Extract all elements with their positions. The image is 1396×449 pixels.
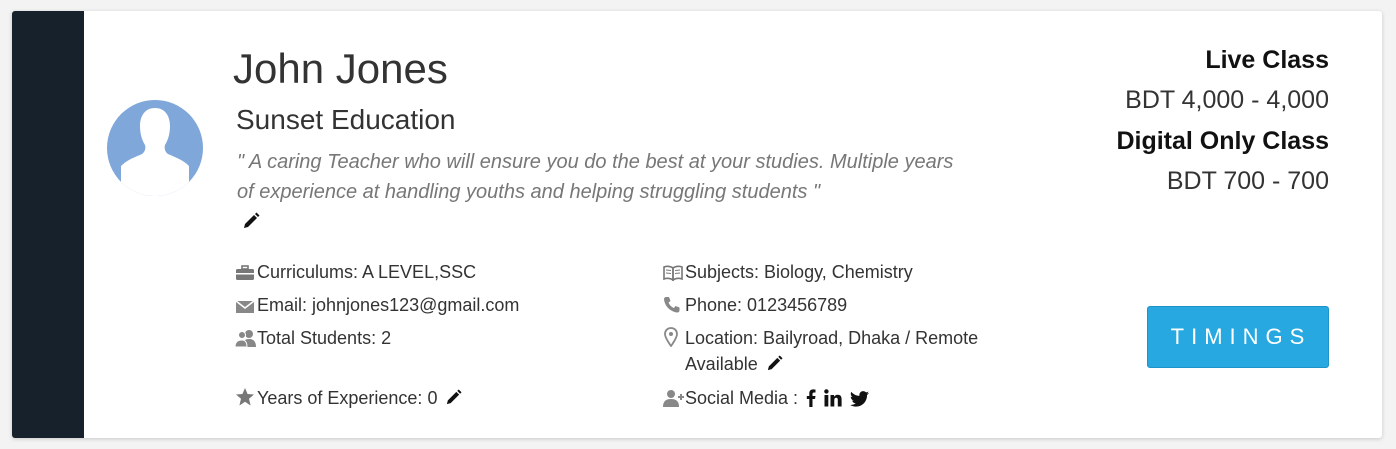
pricing-block: Live Class BDT 4,000 - 4,000 Digital Onl… bbox=[1029, 45, 1329, 207]
book-icon bbox=[663, 265, 685, 281]
edit-location-pencil-icon[interactable] bbox=[766, 353, 783, 379]
map-marker-icon bbox=[663, 327, 685, 347]
linkedin-icon[interactable] bbox=[824, 388, 842, 414]
facebook-icon[interactable] bbox=[806, 388, 816, 414]
digital-class-label: Digital Only Class bbox=[1116, 127, 1329, 155]
star-icon bbox=[235, 387, 257, 407]
live-class-label: Live Class bbox=[1205, 46, 1329, 74]
total-students-row: Total Students: 2 bbox=[235, 325, 391, 351]
email-row: Email: johnjones123@gmail.com bbox=[235, 292, 519, 318]
curriculums-text: Curriculums: A LEVEL,SSC bbox=[257, 262, 477, 282]
experience-row: Years of Experience: 0 bbox=[235, 385, 462, 413]
briefcase-icon bbox=[235, 265, 257, 281]
teacher-name: John Jones bbox=[233, 45, 448, 92]
location-row: Location: Bailyroad, Dhaka / Remote Avai… bbox=[663, 325, 1025, 379]
social-media-text: Social Media : bbox=[685, 388, 799, 408]
live-class-price: BDT 4,000 - 4,000 bbox=[1125, 86, 1329, 114]
edit-experience-pencil-icon[interactable] bbox=[445, 387, 462, 413]
users-icon bbox=[235, 329, 257, 347]
experience-text: Years of Experience: 0 bbox=[257, 388, 438, 408]
phone-icon bbox=[663, 296, 685, 314]
twitter-icon[interactable] bbox=[850, 388, 870, 414]
total-students-text: Total Students: 2 bbox=[257, 328, 392, 348]
organization-name: Sunset Education bbox=[236, 104, 456, 135]
timings-button[interactable]: TIMINGS bbox=[1147, 306, 1329, 368]
location-text: Location: Bailyroad, Dhaka / Remote Avai… bbox=[685, 328, 979, 374]
phone-text: Phone: 0123456789 bbox=[685, 295, 848, 315]
social-media-row: Social Media : bbox=[663, 385, 870, 414]
phone-row: Phone: 0123456789 bbox=[663, 292, 847, 318]
curriculums-row: Curriculums: A LEVEL,SSC bbox=[235, 259, 476, 285]
card-side-bar bbox=[12, 11, 84, 438]
teacher-profile-card: John Jones Sunset Education " A caring T… bbox=[12, 11, 1382, 438]
subjects-row: Subjects: Biology, Chemistry bbox=[663, 259, 913, 285]
user-plus-icon bbox=[663, 389, 685, 407]
envelope-icon bbox=[235, 300, 257, 314]
subjects-text: Subjects: Biology, Chemistry bbox=[685, 262, 913, 282]
digital-class-price: BDT 700 - 700 bbox=[1166, 167, 1329, 195]
email-text: Email: johnjones123@gmail.com bbox=[257, 295, 520, 315]
teacher-quote: " A caring Teacher who will ensure you d… bbox=[237, 151, 954, 203]
edit-quote-pencil-icon[interactable] bbox=[242, 212, 260, 235]
avatar bbox=[107, 100, 203, 196]
